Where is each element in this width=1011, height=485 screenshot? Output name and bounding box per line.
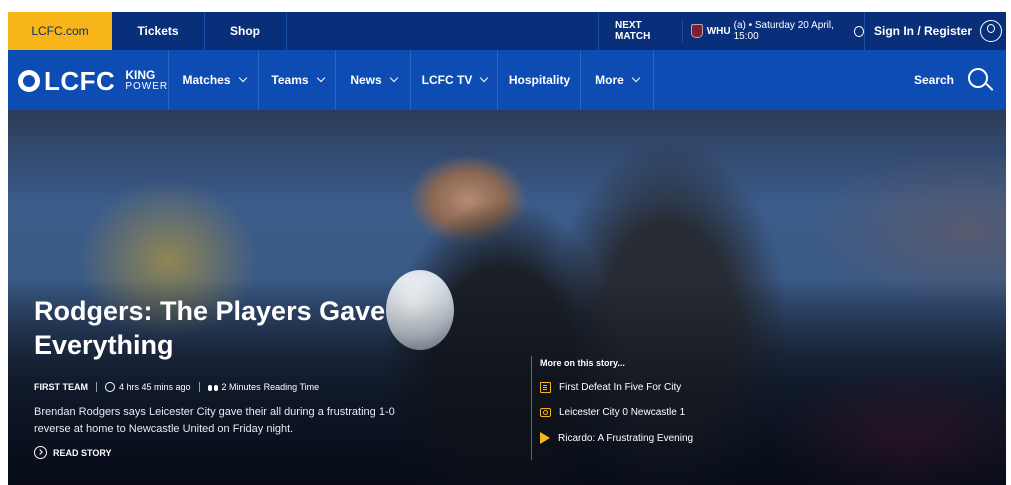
chevron-down-icon xyxy=(389,73,398,83)
article-summary: Brendan Rodgers says Leicester City gave… xyxy=(34,406,395,435)
related-story-label: Ricardo: A Frustrating Evening xyxy=(558,432,694,444)
divider xyxy=(198,382,200,392)
tickets-link[interactable]: Tickets xyxy=(112,12,205,50)
nav-news[interactable]: News xyxy=(335,50,411,110)
camera-icon xyxy=(540,408,551,417)
sponsor-line-1: KING xyxy=(125,68,156,82)
read-time-suffix: Reading Time xyxy=(263,382,320,392)
binoculars-icon xyxy=(207,384,218,391)
next-match[interactable]: NEXT MATCH WHU (a) • Saturday 20 April, … xyxy=(598,12,864,50)
more-on-story: More on this story... First Defeat In Fi… xyxy=(531,356,731,460)
chevron-down-icon xyxy=(238,73,247,83)
opponent-crest-icon xyxy=(690,24,703,38)
nav-teams[interactable]: Teams xyxy=(258,50,336,110)
hero-banner[interactable]: Rodgers: The Players Gave Everything FIR… xyxy=(8,110,1006,485)
user-icon xyxy=(980,20,1002,42)
search-label: Search xyxy=(913,73,954,87)
nav-lcfc-tv[interactable]: LCFC TV xyxy=(410,50,498,110)
related-story-item[interactable]: First Defeat In Five For City xyxy=(540,382,731,393)
lcfc-home-link[interactable]: LCFC.com xyxy=(8,12,112,50)
next-match-label: NEXT MATCH xyxy=(615,20,651,42)
nav-hospitality[interactable]: Hospitality xyxy=(497,50,581,110)
nav-label: Teams xyxy=(271,73,309,87)
chevron-down-icon xyxy=(316,73,325,83)
more-on-story-heading: More on this story... xyxy=(540,358,625,368)
related-story-label: First Defeat In Five For City xyxy=(559,382,682,393)
arrow-circle-icon xyxy=(34,446,47,459)
hero-headline[interactable]: Rodgers: The Players Gave Everything xyxy=(34,294,454,362)
nav-matches[interactable]: Matches xyxy=(168,50,259,110)
nav-label: News xyxy=(350,73,382,87)
nav-label: LCFC TV xyxy=(421,73,473,87)
play-icon xyxy=(540,432,550,444)
article-time-ago: 4 hrs 45 mins ago xyxy=(119,382,191,392)
main-nav: LCFC KING POWER Matches Teams News LCFC … xyxy=(8,50,1006,110)
sponsor-logo: KING POWER xyxy=(125,68,169,92)
sponsor-line-2: POWER xyxy=(125,81,169,92)
nav-label: Hospitality xyxy=(508,73,571,87)
clock-icon xyxy=(105,382,115,392)
read-time: 2 Minutes xyxy=(221,382,261,392)
search-icon xyxy=(968,68,988,88)
sign-in-register[interactable]: Sign In / Register xyxy=(864,12,1006,50)
read-story-link[interactable]: READ STORY xyxy=(34,446,112,459)
article-meta: FIRST TEAM 4 hrs 45 mins ago 2 Minutes R… xyxy=(34,380,319,394)
clock-icon xyxy=(853,25,864,37)
fox-crest-icon xyxy=(18,70,40,92)
nav-more[interactable]: More xyxy=(580,50,654,110)
sign-in-label: Sign In / Register xyxy=(873,24,972,38)
article-icon xyxy=(540,382,551,393)
club-logo[interactable]: LCFC KING POWER xyxy=(18,64,168,98)
opponent-name: WHU xyxy=(706,25,731,37)
page-frame: LCFC.com Tickets Shop NEXT MATCH WHU (a)… xyxy=(8,12,1006,485)
article-category[interactable]: FIRST TEAM xyxy=(34,382,88,392)
read-story-label: READ STORY xyxy=(53,447,112,458)
nav-label: More xyxy=(595,73,624,87)
next-match-detail: (a) • Saturday 20 April, 15:00 xyxy=(733,20,834,42)
chevron-down-icon xyxy=(480,73,489,83)
related-story-item[interactable]: Leicester City 0 Newcastle 1 xyxy=(540,407,731,418)
related-story-label: Leicester City 0 Newcastle 1 xyxy=(559,407,686,418)
chevron-down-icon xyxy=(631,73,641,83)
shop-link[interactable]: Shop xyxy=(204,12,287,50)
search-button[interactable]: Search xyxy=(666,50,1006,110)
related-story-item[interactable]: Ricardo: A Frustrating Evening xyxy=(540,432,731,444)
nav-label: Matches xyxy=(182,73,231,87)
divider xyxy=(96,382,97,392)
top-bar: LCFC.com Tickets Shop NEXT MATCH WHU (a)… xyxy=(8,12,1006,50)
divider xyxy=(681,20,683,42)
logo-wordmark: LCFC xyxy=(44,65,116,96)
